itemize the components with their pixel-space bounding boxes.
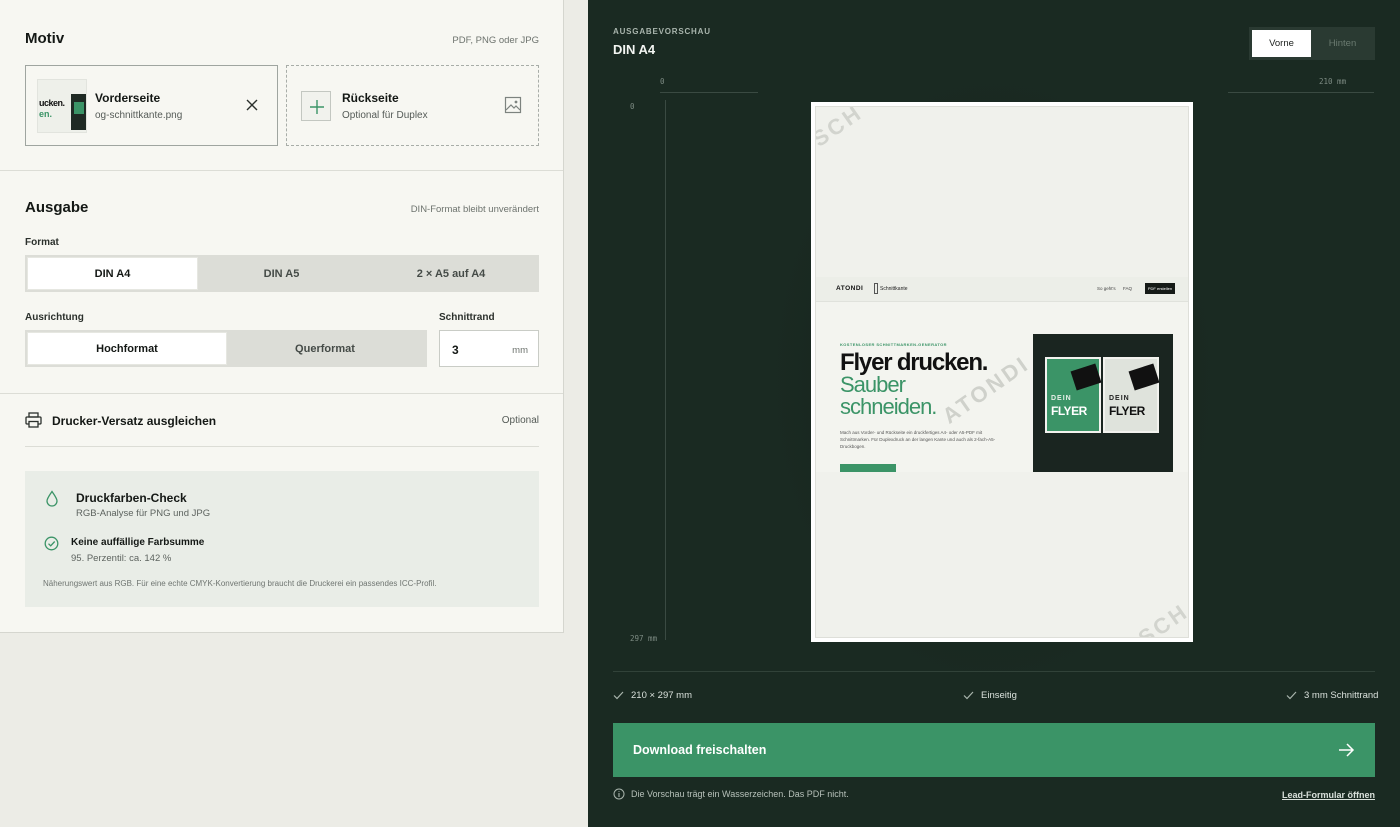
motiv-hint: PDF, PNG oder JPG bbox=[452, 35, 539, 46]
check-icon bbox=[963, 691, 974, 700]
side-toggle: Vorne Hinten bbox=[1249, 27, 1375, 60]
motif-nav: ATONDI Schnittkante So geht's FAQ PDF er… bbox=[816, 277, 1188, 302]
printer-optional: Optional bbox=[501, 415, 539, 426]
watermark-info-text: Die Vorschau trägt ein Wasserzeichen. Da… bbox=[631, 789, 849, 799]
back-subtitle: Optional für Duplex bbox=[342, 110, 428, 121]
motif-nav-link: So geht's bbox=[1097, 286, 1116, 291]
feature-margin: 3 mm Schnittrand bbox=[1286, 690, 1378, 701]
image-icon bbox=[504, 96, 522, 114]
orientation-label: Ausrichtung bbox=[25, 312, 84, 323]
arrow-right-icon bbox=[1339, 743, 1355, 757]
ausgabe-hint: DIN-Format bleibt unverändert bbox=[410, 204, 539, 215]
margin-value[interactable]: 3 bbox=[452, 343, 459, 357]
plus-icon bbox=[301, 91, 331, 121]
check-icon bbox=[613, 691, 624, 700]
color-check-result: Keine auffällige Farbsumme bbox=[71, 537, 205, 548]
preview-panel: AUSGABEVORSCHAU DIN A4 Vorne Hinten 0 10… bbox=[588, 0, 1400, 827]
settings-panel: Motiv PDF, PNG oder JPG ucken. en. Vorde… bbox=[0, 0, 588, 827]
feature-size-label: 210 × 297 mm bbox=[631, 690, 692, 701]
motif-brand-icon bbox=[874, 283, 878, 294]
color-check-subtitle: RGB-Analyse für PNG und JPG bbox=[76, 508, 211, 519]
motif-brand: Schnittkante bbox=[880, 286, 908, 292]
motif-body: Mach aus Vorder- und Rückseite ein druck… bbox=[840, 430, 996, 449]
front-title: Vorderseite bbox=[95, 91, 161, 105]
feature-sides: Einseitig bbox=[963, 690, 1017, 701]
watermark: SCH bbox=[815, 106, 868, 152]
ruler-label-left: 297 mm bbox=[630, 634, 658, 643]
margin-unit: mm bbox=[512, 345, 528, 356]
watermark-info: Die Vorschau trägt ein Wasserzeichen. Da… bbox=[613, 788, 849, 800]
printer-title: Drucker-Versatz ausgleichen bbox=[52, 414, 217, 428]
color-check-title: Druckfarben-Check bbox=[76, 491, 187, 505]
motif-cta bbox=[840, 464, 896, 472]
flyer-big: FLYER bbox=[1109, 404, 1145, 418]
feature-sides-label: Einseitig bbox=[981, 690, 1017, 701]
motif-logo: ATONDI bbox=[836, 285, 864, 292]
check-circle-icon bbox=[44, 536, 59, 551]
margin-label: Schnittrand bbox=[439, 312, 495, 323]
front-upload[interactable]: ucken. en. Vorderseite og-schnittkante.p… bbox=[25, 65, 278, 146]
ruler-label-top: 210 mm bbox=[1319, 77, 1347, 86]
orientation-selector: Hochformat Querformat bbox=[25, 330, 427, 367]
flyer-shape bbox=[1070, 363, 1102, 391]
ruler-left bbox=[665, 100, 666, 640]
motiv-title: Motiv bbox=[25, 30, 65, 47]
thumb-green-block bbox=[74, 102, 84, 114]
close-icon[interactable] bbox=[245, 98, 259, 112]
motif-nav-button: PDF erstellen bbox=[1145, 283, 1175, 294]
feature-margin-label: 3 mm Schnittrand bbox=[1304, 690, 1379, 701]
divider bbox=[25, 446, 539, 447]
settings-card: Motiv PDF, PNG oder JPG ucken. en. Vorde… bbox=[0, 0, 564, 633]
printer-offset-toggle[interactable]: Drucker-Versatz ausgleichen Optional bbox=[25, 410, 539, 432]
format-option-2xa5[interactable]: 2 × A5 auf A4 bbox=[366, 258, 536, 289]
orientation-option-portrait[interactable]: Hochformat bbox=[28, 333, 226, 364]
motif-nav-link: FAQ bbox=[1123, 286, 1133, 291]
color-check-percentile: 95. Perzentil: ca. 142 % bbox=[71, 553, 172, 564]
check-icon bbox=[1286, 691, 1297, 700]
divider bbox=[0, 170, 563, 171]
back-title: Rückseite bbox=[342, 91, 399, 105]
feature-size: 210 × 297 mm bbox=[613, 690, 692, 701]
back-upload[interactable]: Rückseite Optional für Duplex bbox=[286, 65, 539, 146]
format-option-a4[interactable]: DIN A4 bbox=[28, 258, 197, 289]
drop-icon bbox=[46, 490, 58, 507]
toggle-back[interactable]: Hinten bbox=[1313, 30, 1372, 57]
lead-form-link[interactable]: Lead-Formular öffnen bbox=[1282, 790, 1375, 800]
download-button[interactable]: Download freischalten bbox=[613, 723, 1375, 777]
motif-headline-green: Sauber bbox=[840, 372, 906, 397]
flyer-word: DEIN bbox=[1109, 395, 1130, 402]
sheet-content: SCH SCH ATONDI Schnittkante So geht's FA… bbox=[815, 106, 1189, 638]
motif-headline-green: schneiden. bbox=[840, 394, 937, 419]
download-label: Download freischalten bbox=[633, 743, 767, 757]
thumb-text: ucken. bbox=[39, 98, 65, 108]
flyer-shape bbox=[1128, 363, 1160, 391]
flyer-word: DEIN bbox=[1051, 395, 1072, 402]
format-selector: DIN A4 DIN A5 2 × A5 auf A4 bbox=[25, 255, 539, 292]
flyer-big: FLYER bbox=[1051, 404, 1087, 418]
motif-flyer-card: DEIN FLYER bbox=[1103, 357, 1160, 433]
info-icon bbox=[613, 788, 625, 800]
ausgabe-title: Ausgabe bbox=[25, 199, 89, 216]
margin-input[interactable]: 3 mm bbox=[439, 330, 539, 367]
orientation-option-landscape[interactable]: Querformat bbox=[226, 333, 424, 364]
format-option-a5[interactable]: DIN A5 bbox=[197, 258, 366, 289]
preview-title: DIN A4 bbox=[613, 42, 656, 57]
toggle-front[interactable]: Vorne bbox=[1252, 30, 1311, 57]
front-thumbnail: ucken. en. bbox=[37, 79, 87, 133]
color-check-box: Druckfarben-Check RGB-Analyse für PNG un… bbox=[25, 471, 539, 607]
motif-flyer-card: DEIN FLYER bbox=[1045, 357, 1102, 433]
front-filename: og-schnittkante.png bbox=[95, 110, 183, 121]
motif-eyebrow: KOSTENLOSER SCHNITTMARKEN-GENERATOR bbox=[840, 342, 947, 347]
ruler-label-left: 0 bbox=[630, 102, 635, 111]
features-divider bbox=[613, 671, 1375, 672]
ruler-label-top: 0 bbox=[660, 77, 665, 86]
color-check-note: Näherungswert aus RGB. Für eine echte CM… bbox=[43, 579, 437, 588]
printer-icon bbox=[25, 412, 42, 428]
thumb-text-green: en. bbox=[39, 109, 53, 119]
preview-sheet: SCH SCH ATONDI Schnittkante So geht's FA… bbox=[811, 102, 1193, 642]
format-label: Format bbox=[25, 237, 59, 248]
watermark: SCH bbox=[1133, 598, 1189, 638]
preview-kicker: AUSGABEVORSCHAU bbox=[613, 27, 711, 36]
divider bbox=[0, 393, 563, 394]
